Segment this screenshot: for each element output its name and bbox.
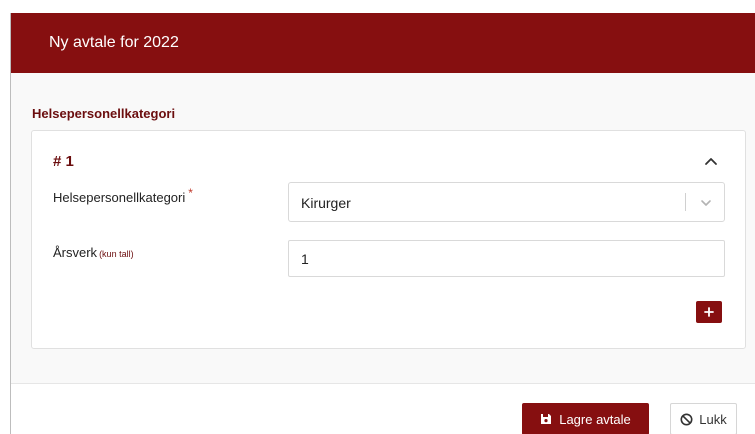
add-category-button[interactable] — [696, 301, 722, 323]
select-separator — [685, 193, 686, 211]
card-number: # 1 — [53, 153, 74, 170]
plus-icon — [704, 307, 714, 317]
modal-body: Helsepersonellkategori # 1 Helsepersonel… — [11, 73, 755, 383]
floppy-disk-icon — [540, 413, 552, 425]
required-marker: * — [188, 186, 193, 200]
chevron-down-icon[interactable] — [698, 195, 714, 211]
ban-icon — [680, 413, 693, 426]
modal-title: Ny avtale for 2022 — [49, 34, 179, 51]
arsverk-label: Årsverk (kun tall) — [53, 245, 134, 262]
category-label-text: Helsepersonellkategori — [53, 190, 186, 205]
close-button-label: Lukk — [699, 411, 727, 427]
modal-footer: Lagre avtale Lukk — [11, 383, 755, 434]
arsverk-label-text: Årsverk — [53, 245, 98, 260]
section-heading: Helsepersonellkategori — [32, 106, 176, 121]
agreement-modal: Ny avtale for 2022 Helsepersonellkategor… — [10, 13, 755, 434]
category-select[interactable]: Kirurger — [288, 182, 725, 222]
collapse-button[interactable] — [700, 151, 722, 171]
personnel-card: # 1 Helsepersonellkategori * Kirurger År… — [31, 130, 746, 349]
save-agreement-button[interactable]: Lagre avtale — [522, 403, 649, 434]
category-selected-value: Kirurger — [301, 195, 351, 211]
category-label: Helsepersonellkategori * — [53, 186, 193, 206]
close-button[interactable]: Lukk — [670, 403, 737, 434]
save-button-label: Lagre avtale — [559, 411, 631, 427]
arsverk-hint: (kun tall) — [99, 249, 134, 259]
chevron-up-icon — [704, 156, 718, 166]
arsverk-input[interactable] — [288, 240, 725, 277]
modal-header: Ny avtale for 2022 — [11, 13, 755, 73]
